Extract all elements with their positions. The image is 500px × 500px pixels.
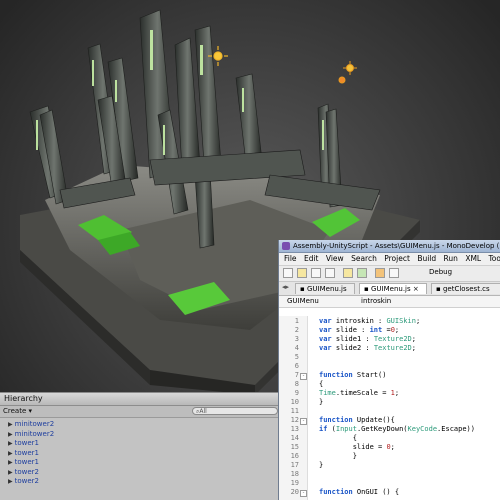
code-line: var introskin : GUISkin; (319, 317, 421, 325)
fold-toggle-icon[interactable]: - (300, 373, 307, 380)
line-number: 10 (290, 398, 299, 406)
line-number: 16 (290, 452, 299, 460)
expand-arrow-icon[interactable]: ▶ (8, 450, 13, 457)
window-titlebar[interactable]: Assembly-UnityScript - Assets\GUIMenu.js… (279, 240, 500, 253)
toolbar: Debug (279, 266, 500, 282)
open-folder-icon[interactable] (297, 268, 307, 278)
menu-edit[interactable]: Edit (304, 254, 319, 263)
expand-arrow-icon[interactable]: ▶ (8, 478, 13, 485)
expand-arrow-icon[interactable]: ▶ (8, 440, 13, 447)
code-line: function Update(){ (319, 416, 395, 424)
menu-file[interactable]: File (284, 254, 297, 263)
line-number: 9 (294, 389, 299, 397)
code-line: if (Input.GetKeyDown(KeyCode.Escape)) (319, 425, 475, 433)
expand-arrow-icon[interactable]: ▶ (8, 459, 13, 466)
hierarchy-list: ▶ minitower2 ▶ minitower2 ▶ tower1 ▶ tower1 … (0, 418, 282, 500)
file-icon: ▪ (436, 285, 441, 293)
line-number: 20 (290, 488, 299, 496)
code-line: slide = 0; (319, 443, 395, 451)
file-icon: ▪ (300, 285, 305, 293)
code-editor[interactable]: 1 var introskin : GUISkin; 2 var slide : i… (279, 316, 500, 500)
build-icon[interactable] (375, 268, 385, 278)
line-number: 7 (294, 371, 299, 379)
menu-build[interactable]: Build (417, 254, 436, 263)
list-item[interactable]: ▶ tower1 (0, 439, 282, 449)
save-icon[interactable] (311, 268, 321, 278)
code-line: { (319, 434, 357, 442)
code-line: } (319, 461, 324, 469)
member-selector[interactable]: introskin (361, 296, 391, 307)
expand-arrow-icon[interactable]: ▶ (8, 469, 13, 476)
tab-scroll-left-icon[interactable]: ◂▸ (282, 283, 289, 291)
expand-arrow-icon[interactable]: ▶ (8, 431, 13, 438)
hierarchy-toolbar: Create ▾ ⌕All (0, 406, 282, 418)
code-line: function Start() (319, 371, 387, 379)
file-icon: ▪ (364, 285, 369, 293)
fold-toggle-icon[interactable]: - (300, 490, 307, 497)
code-line: var slide2 : Texture2D; (319, 344, 416, 352)
redo-icon[interactable] (357, 268, 367, 278)
menu-tools[interactable]: Tools (489, 254, 500, 263)
code-line: function OnGUI () { (319, 488, 400, 496)
fold-toggle-icon[interactable]: - (300, 418, 307, 425)
line-number: 4 (294, 344, 299, 352)
list-item[interactable]: ▶ tower2 (0, 468, 282, 478)
monodevelop-window: Assembly-UnityScript - Assets\GUIMenu.js… (278, 240, 500, 500)
line-number: 13 (290, 425, 299, 433)
list-item[interactable]: ▶ minitower2 (0, 420, 282, 430)
create-dropdown[interactable]: Create ▾ (0, 406, 35, 417)
menu-run[interactable]: Run (444, 254, 458, 263)
hierarchy-search-input[interactable]: ⌕All (192, 407, 278, 415)
search-placeholder: All (199, 408, 207, 415)
list-item[interactable]: ▶ tower1 (0, 449, 282, 459)
breadcrumb: GUIMenu introskin (279, 296, 500, 308)
tab-guimenu-1[interactable]: ▪ GUIMenu.js (295, 283, 355, 294)
line-number: 5 (294, 353, 299, 361)
line-number: 14 (290, 434, 299, 442)
window-title: Assembly-UnityScript - Assets\GUIMenu.js… (293, 242, 500, 250)
list-item[interactable]: ▶ tower1 (0, 458, 282, 468)
configuration-dropdown[interactable]: Debug (429, 268, 452, 276)
line-number: 1 (294, 317, 299, 325)
line-number: 3 (294, 335, 299, 343)
tab-bar: ◂▸ ▪ GUIMenu.js ▪ GUIMenu.js × ▪ getClos… (279, 282, 500, 296)
menu-project[interactable]: Project (384, 254, 410, 263)
hierarchy-panel: Hierarchy Create ▾ ⌕All ▶ minitower2 ▶ min… (0, 392, 282, 500)
list-item[interactable]: ▶ minitower2 (0, 430, 282, 440)
close-icon[interactable]: × (413, 285, 419, 293)
menu-search[interactable]: Search (351, 254, 377, 263)
line-number: 2 (294, 326, 299, 334)
line-number: 15 (290, 443, 299, 451)
line-number: 19 (290, 479, 299, 487)
screenshot: { "scene": { "background_color": "#3c3c3… (0, 0, 500, 500)
undo-icon[interactable] (343, 268, 353, 278)
menu-view[interactable]: View (326, 254, 344, 263)
new-file-icon[interactable] (283, 268, 293, 278)
code-line: { (319, 380, 324, 388)
hierarchy-title: Hierarchy (0, 393, 282, 406)
code-line: var slide1 : Texture2D; (319, 335, 416, 343)
line-number: 11 (290, 407, 299, 415)
code-line: Time.timeScale = 1; (319, 389, 400, 397)
save-all-icon[interactable] (325, 268, 335, 278)
class-selector[interactable]: GUIMenu (287, 296, 319, 307)
menu-xml[interactable]: XML (465, 254, 481, 263)
code-line: } (319, 398, 324, 406)
monodevelop-icon (282, 242, 290, 250)
line-number: 18 (290, 470, 299, 478)
line-number: 12 (290, 416, 299, 424)
tab-getclosest[interactable]: ▪ getClosest.cs (431, 283, 500, 294)
list-item[interactable]: ▶ tower2 (0, 477, 282, 487)
line-number: 6 (294, 362, 299, 370)
expand-arrow-icon[interactable]: ▶ (8, 421, 13, 428)
menu-bar: File Edit View Search Project Build Run … (279, 253, 500, 266)
run-icon[interactable] (389, 268, 399, 278)
tab-guimenu-2[interactable]: ▪ GUIMenu.js × (359, 283, 427, 294)
code-line: } (319, 452, 357, 460)
line-number: 8 (294, 380, 299, 388)
line-number: 17 (290, 461, 299, 469)
code-line: var slide : int =0; (319, 326, 400, 334)
